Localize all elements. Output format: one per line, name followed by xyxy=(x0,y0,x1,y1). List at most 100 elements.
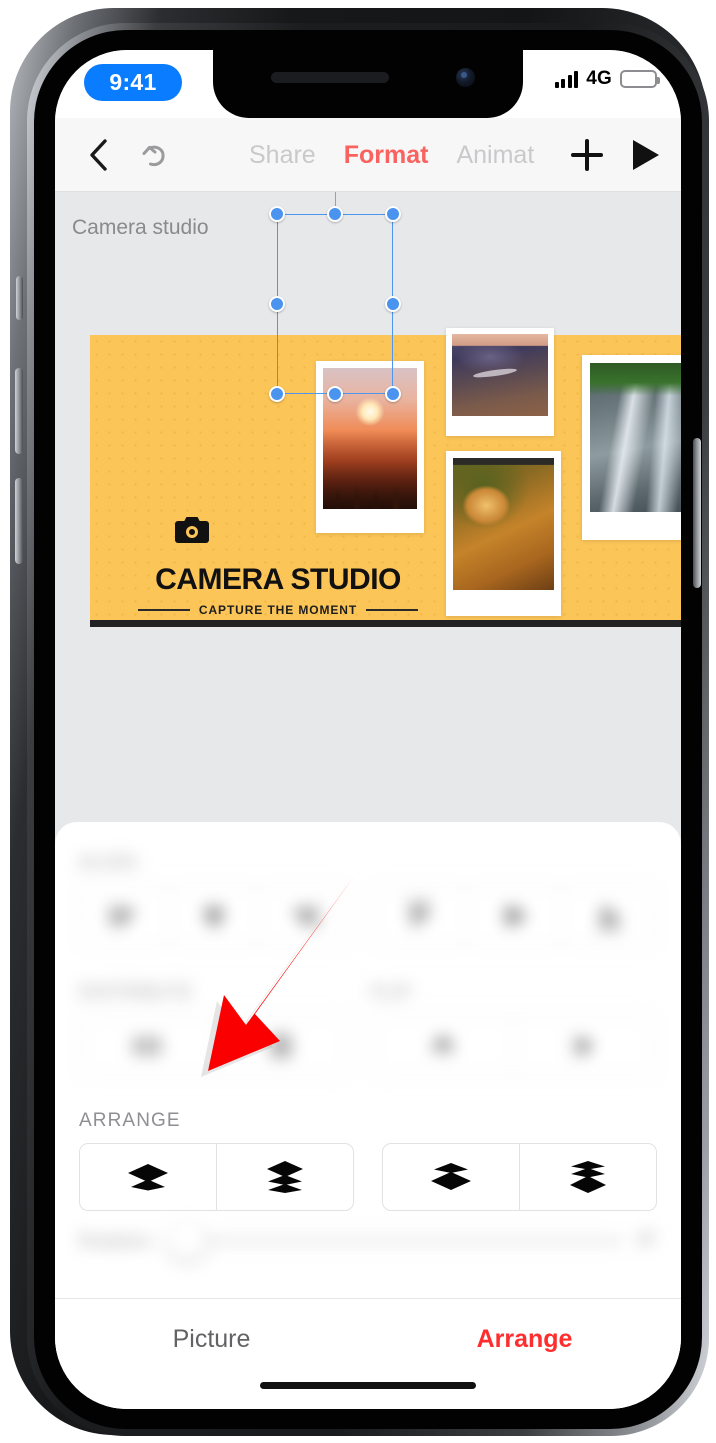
tagline-rule-right xyxy=(366,609,419,611)
flip-button-group xyxy=(371,1014,657,1078)
status-time: 9:41 xyxy=(84,64,182,101)
bring-forward-button[interactable] xyxy=(383,1144,520,1210)
resize-handle-bottom-right[interactable] xyxy=(385,386,401,402)
tab-animate[interactable]: Animat xyxy=(442,141,548,170)
align-left-icon xyxy=(111,905,134,927)
slide-tagline-row: CAPTURE THE MOMENT xyxy=(138,603,419,617)
waterfall-photo-image xyxy=(590,363,681,512)
send-to-back-button[interactable] xyxy=(217,1144,353,1210)
resize-handle-top-left[interactable] xyxy=(269,206,285,222)
chevron-left-icon xyxy=(90,138,107,171)
mountain-photo-image xyxy=(452,334,548,416)
battery-icon xyxy=(620,70,660,88)
mountain-photo[interactable] xyxy=(446,328,554,436)
spider-photo[interactable] xyxy=(446,451,561,616)
rotation-slider-knob[interactable] xyxy=(167,1222,206,1260)
app-toolbar: Share Format Animat xyxy=(55,118,681,192)
flip-section: FLIP xyxy=(371,982,657,1078)
undo-button[interactable] xyxy=(137,138,171,172)
silence-switch[interactable] xyxy=(16,276,23,320)
resize-handle-middle-left[interactable] xyxy=(269,296,285,312)
rotation-row: Rotation 0° xyxy=(79,1222,657,1260)
align-section-label: ALIGN xyxy=(79,852,137,872)
notch xyxy=(213,50,523,118)
tab-format[interactable]: Format xyxy=(330,141,443,170)
distribute-horizontal-icon xyxy=(134,1037,159,1055)
selection-border xyxy=(277,214,393,394)
arrange-section-label: ARRANGE xyxy=(79,1110,181,1131)
front-camera-icon xyxy=(456,68,475,87)
phone-screen: 9:41 4G Share Format Animat Camera studi… xyxy=(55,50,681,1409)
flip-horizontal-icon xyxy=(574,1035,593,1057)
arrange-section: ARRANGE xyxy=(79,1110,657,1211)
resize-handle-top-right[interactable] xyxy=(385,206,401,222)
toolbar-tabs: Share Format Animat xyxy=(235,118,548,192)
slide-bottom-bar xyxy=(90,620,681,627)
resize-handle-bottom-left[interactable] xyxy=(269,386,285,402)
selection-box[interactable] xyxy=(269,162,401,402)
arrange-button-row xyxy=(79,1143,657,1211)
distribute-vertical-button[interactable] xyxy=(215,1015,349,1077)
bring-forward-icon xyxy=(431,1163,471,1190)
distribute-vertical-icon xyxy=(271,1036,292,1056)
earpiece-speaker xyxy=(271,72,389,83)
screenshot-root: 9:41 4G Share Format Animat Camera studi… xyxy=(0,0,716,1443)
resize-handle-bottom-center[interactable] xyxy=(327,386,343,402)
distribute-button-group xyxy=(79,1014,349,1078)
resize-handle-middle-right[interactable] xyxy=(385,296,401,312)
align-right-button[interactable] xyxy=(259,885,348,947)
home-indicator[interactable] xyxy=(260,1382,476,1389)
align-middle-icon xyxy=(503,906,525,926)
phone-frame: 9:41 4G Share Format Animat Camera studi… xyxy=(10,8,709,1436)
spider-photo-image xyxy=(453,458,554,590)
align-bottom-icon xyxy=(598,907,620,929)
add-button[interactable] xyxy=(571,139,603,171)
align-middle-button[interactable] xyxy=(467,885,562,947)
align-bottom-button[interactable] xyxy=(562,885,656,947)
align-vertical-button-group xyxy=(371,884,657,948)
volume-up-button[interactable] xyxy=(15,368,23,454)
panel-tab-bar: Picture Arrange xyxy=(55,1298,681,1409)
back-button[interactable] xyxy=(81,138,115,172)
align-top-icon xyxy=(408,903,430,925)
align-left-button[interactable] xyxy=(80,885,170,947)
power-button[interactable] xyxy=(693,438,701,588)
tab-arrange[interactable]: Arrange xyxy=(368,1299,681,1409)
bring-to-front-icon xyxy=(570,1161,606,1193)
resize-handle-top-center[interactable] xyxy=(327,206,343,222)
bring-to-front-button[interactable] xyxy=(520,1144,656,1210)
distribute-horizontal-button[interactable] xyxy=(80,1015,215,1077)
waterfall-photo[interactable] xyxy=(582,355,681,540)
toolbar-actions xyxy=(571,118,659,192)
send-to-back-icon xyxy=(267,1161,303,1193)
slide-canvas[interactable]: Camera studio CAMERA STUDIO CAPTURE THE … xyxy=(55,162,681,822)
rotation-label: Rotation xyxy=(79,1230,152,1251)
slide-brand-title: CAMERA STUDIO xyxy=(155,563,401,596)
rotation-slider[interactable] xyxy=(167,1222,623,1260)
slide-tagline: CAPTURE THE MOMENT xyxy=(198,603,358,617)
format-panel: ALIGN DISTRIBUTE FLIP ARRANGE Rotation 0… xyxy=(55,822,681,1409)
format-panel-scroll[interactable]: ALIGN DISTRIBUTE FLIP ARRANGE Rotation 0… xyxy=(55,822,681,1298)
align-right-icon xyxy=(294,905,317,927)
distribute-section-label: DISTRIBUTE xyxy=(79,982,194,1002)
flip-horizontal-button[interactable] xyxy=(515,1015,657,1077)
play-button[interactable] xyxy=(633,140,659,170)
align-center-button[interactable] xyxy=(170,885,260,947)
send-backward-button[interactable] xyxy=(80,1144,217,1210)
align-button-group xyxy=(79,884,349,948)
tab-picture[interactable]: Picture xyxy=(55,1299,368,1409)
status-indicators: 4G xyxy=(554,68,660,90)
send-backward-icon xyxy=(128,1164,168,1191)
signal-bars-icon xyxy=(554,70,579,88)
align-section: ALIGN xyxy=(79,852,349,948)
arrange-backward-group xyxy=(79,1143,354,1211)
arrange-forward-group xyxy=(382,1143,657,1211)
align-top-button[interactable] xyxy=(372,885,467,947)
flip-vertical-button[interactable] xyxy=(372,1015,515,1077)
document-title: Camera studio xyxy=(72,216,209,239)
tab-share[interactable]: Share xyxy=(235,141,330,170)
volume-down-button[interactable] xyxy=(15,478,23,564)
flip-vertical-icon xyxy=(430,1036,455,1053)
camera-icon xyxy=(175,517,209,543)
network-type-label: 4G xyxy=(586,68,612,89)
